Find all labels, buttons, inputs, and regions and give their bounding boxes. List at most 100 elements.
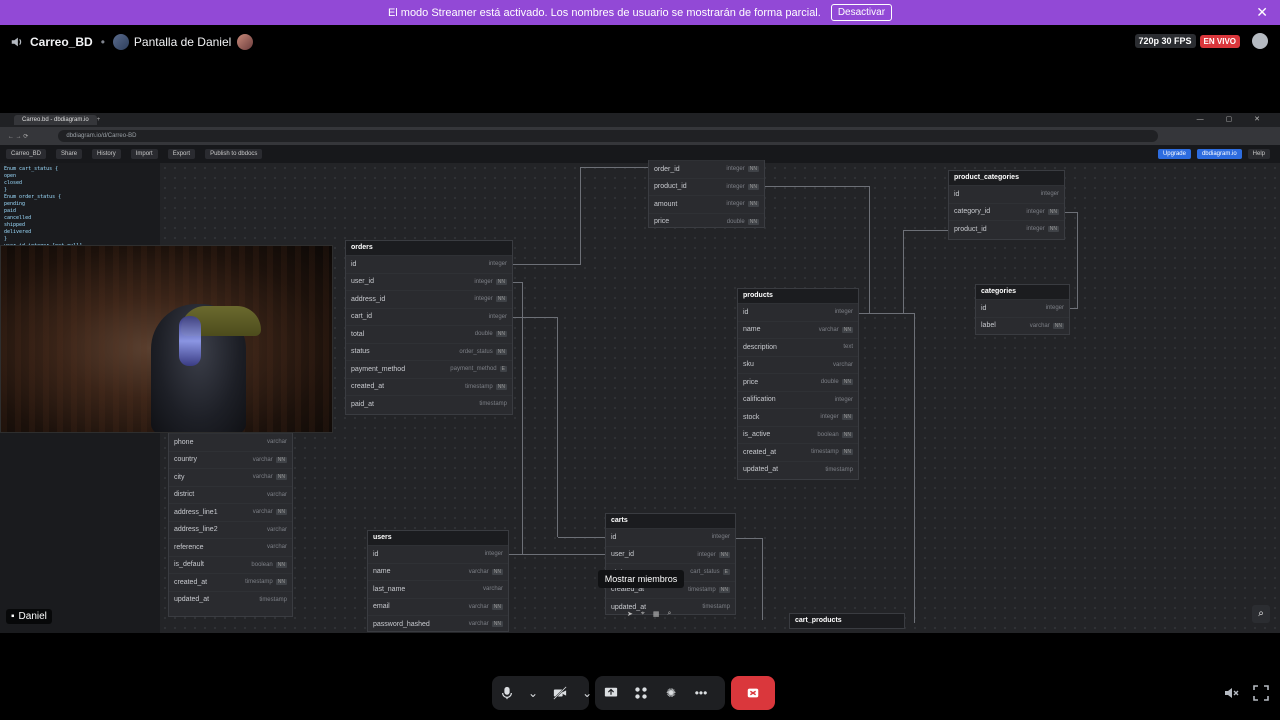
- field-row[interactable]: description text: [738, 338, 858, 356]
- field-row[interactable]: country varchar NN: [169, 450, 292, 469]
- toolbar-item[interactable]: Publish to dbdocs: [205, 149, 263, 159]
- entity-products[interactable]: products id integer name varchar NN desc…: [737, 288, 859, 480]
- code-line[interactable]: delivered: [4, 229, 156, 236]
- field-row[interactable]: id integer: [976, 299, 1069, 317]
- chevron-down-icon[interactable]: ⌄: [582, 685, 592, 701]
- fit-icon[interactable]: ⌖: [641, 610, 645, 618]
- toolbar-item[interactable]: Carreo_BD: [6, 149, 47, 159]
- code-line[interactable]: open: [4, 173, 156, 180]
- toolbar-item[interactable]: Export: [167, 149, 196, 159]
- window-controls[interactable]: — ▢ ✕: [1197, 115, 1270, 123]
- code-line[interactable]: Enum order_status {: [4, 194, 156, 201]
- entity-product-categories[interactable]: product_categories id integer category_i…: [948, 170, 1065, 240]
- code-line[interactable]: Enum cart_status {: [4, 166, 156, 173]
- camera-off-icon[interactable]: [552, 685, 568, 701]
- entity-cart-products[interactable]: cart_products: [789, 613, 905, 629]
- screen-share-icon[interactable]: [603, 685, 619, 701]
- field-row[interactable]: is_active boolean NN: [738, 425, 858, 444]
- mic-icon[interactable]: [500, 685, 514, 701]
- toolbar-right-item[interactable]: Help: [1247, 149, 1270, 159]
- field-row[interactable]: phone varchar: [169, 433, 292, 451]
- code-line[interactable]: shipped: [4, 222, 156, 229]
- toolbar-item[interactable]: Share: [56, 149, 83, 159]
- field-row[interactable]: created_at timestamp NN: [346, 377, 512, 396]
- code-line[interactable]: }: [4, 236, 156, 243]
- field-row[interactable]: user_id integer NN: [346, 272, 512, 291]
- field-row[interactable]: created_at timestamp NN: [738, 443, 858, 461]
- entity-users[interactable]: users id integer name varchar NN last_na…: [367, 530, 509, 632]
- new-tab-icon[interactable]: +: [97, 117, 101, 123]
- field-row[interactable]: id integer: [606, 528, 735, 546]
- field-row[interactable]: payment_method payment_method E: [346, 360, 512, 378]
- field-row[interactable]: price double NN: [738, 373, 858, 391]
- toolbar-right-item[interactable]: Upgrade: [1157, 149, 1191, 159]
- field-row[interactable]: product_id integer NN: [949, 220, 1064, 238]
- code-line[interactable]: }: [4, 187, 156, 194]
- webcam-feed[interactable]: [0, 245, 333, 433]
- entity-categories[interactable]: categories id integer label varchar NN: [975, 284, 1070, 335]
- field-row[interactable]: product_id integer NN: [649, 177, 764, 196]
- field-row[interactable]: amount integer NN: [649, 195, 764, 213]
- code-line[interactable]: closed: [4, 180, 156, 187]
- field-row[interactable]: address_line1 varchar NN: [169, 503, 292, 521]
- end-call-button[interactable]: [731, 676, 775, 710]
- code-line[interactable]: pending: [4, 201, 156, 208]
- field-row[interactable]: name varchar NN: [738, 320, 858, 339]
- field-row[interactable]: status order_status NN: [346, 342, 512, 361]
- activities-icon[interactable]: [633, 685, 649, 701]
- field-row[interactable]: label varchar NN: [976, 316, 1069, 335]
- deactivate-streamer-button[interactable]: Desactivar: [830, 4, 893, 21]
- field-row[interactable]: address_id integer NN: [346, 290, 512, 308]
- toolbar-item[interactable]: Import: [130, 149, 158, 159]
- mute-stream-icon[interactable]: [1224, 685, 1240, 701]
- field-row[interactable]: paid_at timestamp: [346, 395, 512, 413]
- entity-addresses[interactable]: phone varchar country varchar NN city va…: [168, 433, 293, 617]
- entity-orders[interactable]: orders id integer user_id integer NN add…: [345, 240, 513, 415]
- field-row[interactable]: total double NN: [346, 325, 512, 343]
- field-row[interactable]: created_at timestamp NN: [169, 573, 292, 591]
- entity-carts[interactable]: carts id integer user_id integer NN stat…: [605, 513, 736, 615]
- field-row[interactable]: password_hashed varchar NN: [368, 615, 508, 633]
- field-row[interactable]: address_line2 varchar: [169, 520, 292, 539]
- field-row[interactable]: id integer: [368, 545, 508, 563]
- field-row[interactable]: cart_id integer: [346, 307, 512, 326]
- chevron-down-icon[interactable]: ⌄: [528, 685, 538, 701]
- field-row[interactable]: id integer: [738, 303, 858, 321]
- field-row[interactable]: user_id integer NN: [606, 545, 735, 564]
- field-row[interactable]: last_name varchar: [368, 580, 508, 598]
- toolbar-right-item[interactable]: dbdiagram.io: [1196, 149, 1242, 159]
- code-line[interactable]: paid: [4, 208, 156, 215]
- channel-name[interactable]: Carreo_BD: [30, 35, 93, 49]
- code-line[interactable]: cancelled: [4, 215, 156, 222]
- streamer-avatar[interactable]: [237, 34, 254, 50]
- field-row[interactable]: district varchar: [169, 485, 292, 504]
- fullscreen-icon[interactable]: [1253, 685, 1269, 701]
- grid-icon[interactable]: ▦: [653, 610, 660, 618]
- cursor-icon[interactable]: ➤: [627, 610, 633, 618]
- close-icon[interactable]: ✕: [1256, 4, 1268, 21]
- search-icon[interactable]: ⌕: [667, 610, 671, 618]
- field-row[interactable]: email varchar NN: [368, 597, 508, 616]
- field-row[interactable]: order_id integer NN: [649, 160, 764, 178]
- more-icon[interactable]: •••: [693, 685, 709, 701]
- nav-arrows-icon[interactable]: ← → ⟳: [8, 133, 28, 140]
- field-row[interactable]: id integer: [949, 185, 1064, 203]
- entity-order-items[interactable]: order_id integer NN product_id integer N…: [648, 160, 765, 228]
- field-row[interactable]: city varchar NN: [169, 468, 292, 486]
- soundboard-icon[interactable]: ✺: [663, 685, 679, 701]
- toolbar-item[interactable]: History: [92, 149, 121, 159]
- field-row[interactable]: sku varchar: [738, 355, 858, 374]
- field-row[interactable]: updated_at timestamp: [169, 590, 292, 609]
- chat-icon[interactable]: [1252, 33, 1268, 49]
- url-field[interactable]: dbdiagram.io/d/Carreo-BD: [58, 130, 1159, 142]
- field-row[interactable]: is_default boolean NN: [169, 555, 292, 574]
- field-row[interactable]: price double NN: [649, 212, 764, 231]
- field-row[interactable]: updated_at timestamp: [738, 460, 858, 479]
- zoom-icon[interactable]: ⌕: [1252, 605, 1270, 623]
- browser-tab[interactable]: Carreo.bd - dbdiagram.io: [14, 115, 97, 125]
- field-row[interactable]: category_id integer NN: [949, 202, 1064, 221]
- field-row[interactable]: reference varchar: [169, 538, 292, 556]
- field-row[interactable]: name varchar NN: [368, 562, 508, 581]
- field-row[interactable]: id integer: [346, 255, 512, 273]
- field-row[interactable]: calification integer: [738, 390, 858, 409]
